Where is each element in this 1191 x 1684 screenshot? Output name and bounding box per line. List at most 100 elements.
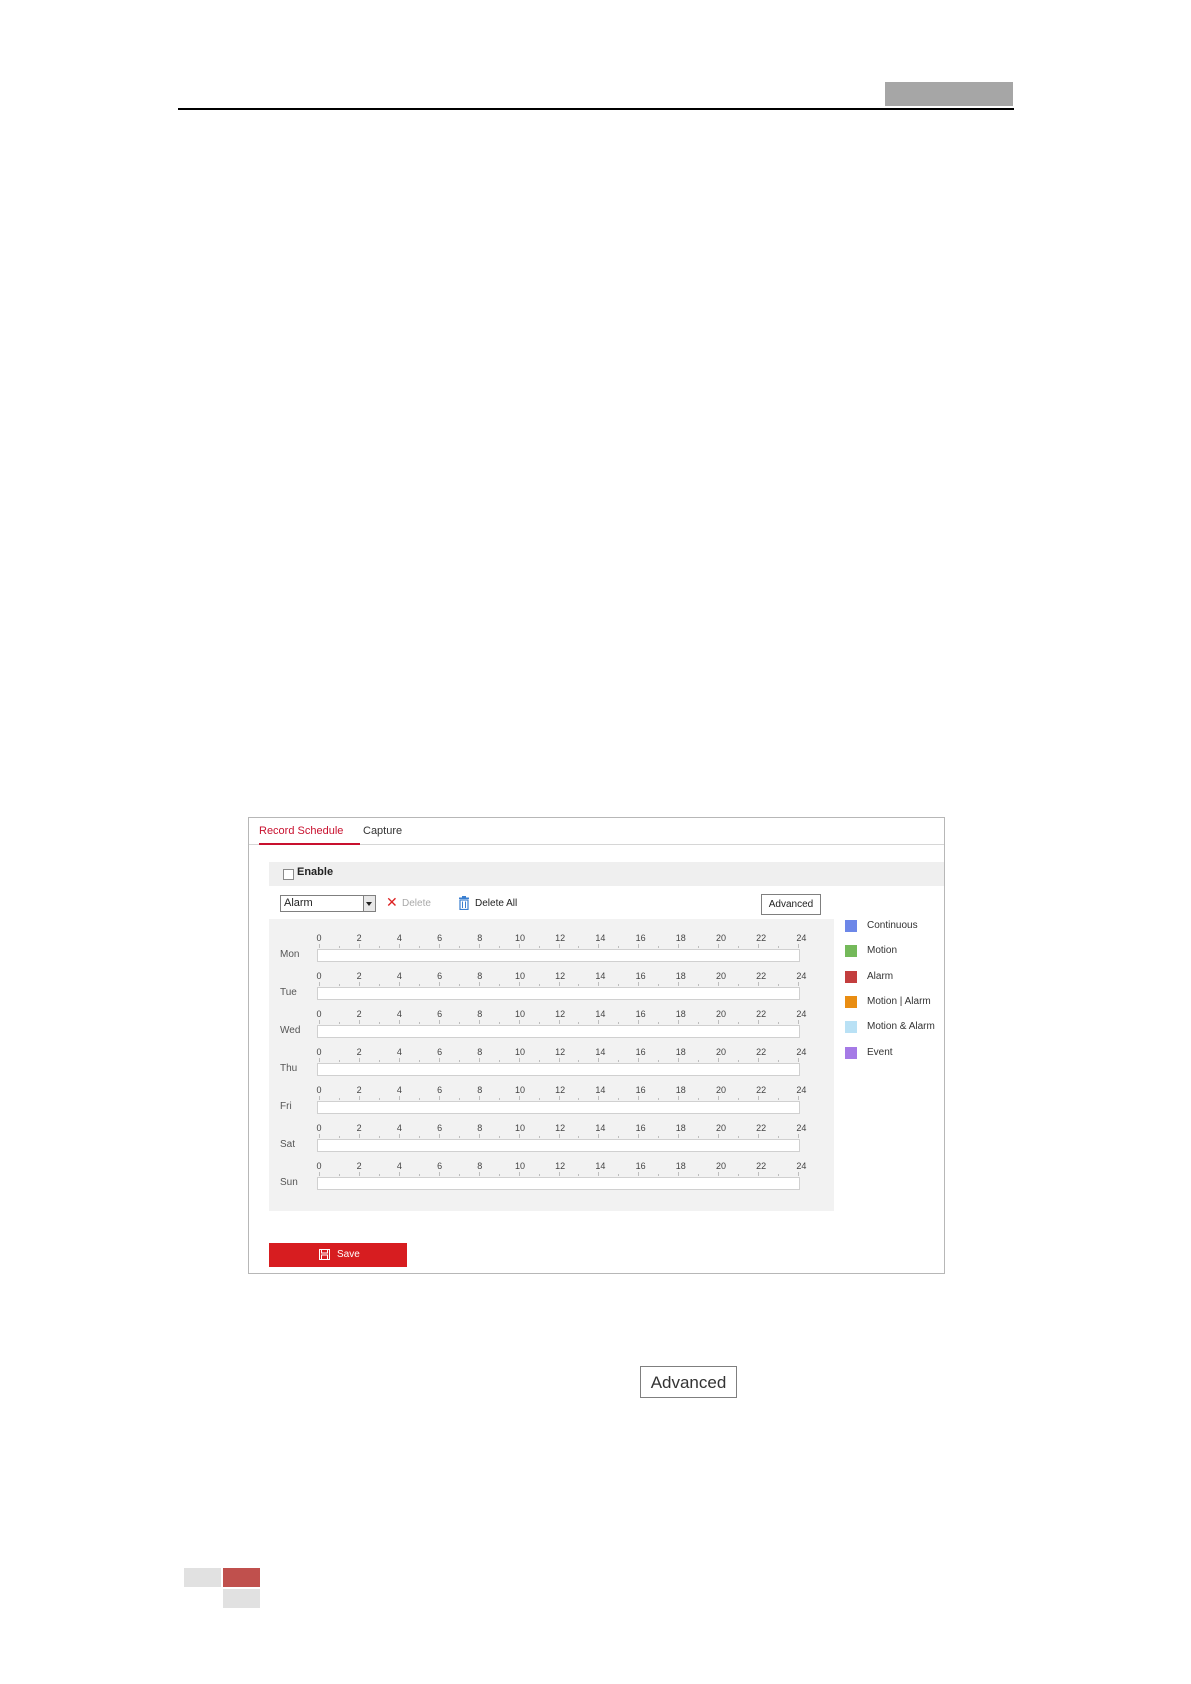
hour-tick-label: 4 — [396, 1123, 402, 1133]
schedule-row-sun: 0 2 4 6 8 10 12 14 16 18 20 22 24 Sun — [269, 1161, 834, 1199]
legend-label: Event — [867, 1046, 893, 1058]
hour-tick-mark — [378, 1060, 380, 1062]
hour-tick-mark — [598, 1096, 600, 1100]
schedule-bar[interactable] — [317, 949, 800, 962]
hour-tick-mark — [319, 1134, 320, 1138]
hour-tick-mark — [319, 982, 320, 986]
hour-tick-mark — [319, 1058, 320, 1062]
hour-tick-label: 22 — [756, 1085, 767, 1095]
tab-capture[interactable]: Capture — [363, 818, 423, 844]
save-button[interactable]: Save — [269, 1243, 407, 1267]
hour-tick-label: 18 — [675, 1085, 686, 1095]
hour-tick-mark — [738, 1174, 740, 1176]
schedule-bar[interactable] — [317, 1063, 800, 1076]
hour-tick-mark — [638, 1020, 640, 1024]
hour-tick-label: 10 — [514, 1085, 525, 1095]
hour-tick-label: 4 — [396, 1047, 402, 1057]
hour-tick-mark — [478, 982, 480, 986]
footer-block-accent — [223, 1568, 260, 1587]
hour-tick-mark — [618, 1174, 620, 1176]
hour-tick-mark — [438, 1058, 440, 1062]
hour-tick-label: 22 — [756, 1161, 767, 1171]
hour-tick-mark — [578, 946, 580, 948]
hour-tick-mark — [478, 1172, 480, 1176]
hour-tick-label: 14 — [595, 933, 606, 943]
hour-tick-mark — [638, 1096, 640, 1100]
schedule-row-mon: 0 2 4 6 8 10 12 14 16 18 20 22 24 Mon — [269, 933, 834, 971]
hour-tick-mark — [518, 1172, 520, 1176]
hour-tick-label: 12 — [555, 1123, 566, 1133]
schedule-bar[interactable] — [317, 1101, 800, 1114]
hour-tick-mark — [638, 1058, 640, 1062]
tab-label: Record Schedule — [259, 825, 344, 837]
hour-tick-label: 24 — [796, 1123, 807, 1133]
hour-tick-label: 22 — [756, 971, 767, 981]
tab-label: Capture — [363, 825, 403, 837]
day-label: Mon — [280, 949, 300, 960]
legend-swatch — [845, 1021, 857, 1034]
hour-tick-mark — [618, 1136, 620, 1138]
hour-tick-mark — [778, 1174, 780, 1176]
hour-tick-label: 6 — [437, 1047, 443, 1057]
advanced-button[interactable]: Advanced — [761, 894, 821, 915]
delete-all-label: Delete All — [475, 898, 518, 909]
schedule-bar[interactable] — [317, 1025, 800, 1038]
hour-tick-label: 6 — [437, 1009, 443, 1019]
hour-tick-label: 2 — [356, 1009, 362, 1019]
hour-tick-mark — [398, 944, 400, 948]
record-schedule-panel: Record Schedule Capture Enable Alarm ✕ D… — [248, 817, 945, 1274]
hour-tick-mark — [538, 1060, 540, 1062]
hour-tick-mark — [358, 1058, 360, 1062]
enable-checkbox[interactable] — [283, 869, 294, 880]
hour-tick-label: 16 — [635, 933, 646, 943]
hour-tick-mark — [558, 944, 560, 948]
record-type-select[interactable]: Alarm — [280, 895, 376, 912]
hour-tick-label: 18 — [675, 1009, 686, 1019]
hour-tick-label: 12 — [555, 933, 566, 943]
hour-tick-label: 0 — [316, 1123, 322, 1133]
hour-tick-label: 10 — [514, 971, 525, 981]
hour-tick-mark — [598, 1058, 600, 1062]
header-rule — [178, 108, 1014, 110]
hour-tick-mark — [678, 982, 680, 986]
hour-tick-mark — [738, 1060, 740, 1062]
save-icon — [319, 1249, 330, 1260]
hour-tick-mark — [718, 1172, 720, 1176]
hour-tick-mark — [498, 1022, 500, 1024]
hour-tick-mark — [458, 1022, 460, 1024]
chevron-down-icon[interactable] — [363, 896, 375, 911]
hour-tick-mark — [358, 982, 360, 986]
legend-label: Motion | Alarm — [867, 995, 931, 1007]
hour-tick-mark — [698, 984, 700, 986]
hour-tick-mark — [598, 1172, 600, 1176]
hour-tick-mark — [319, 1096, 320, 1100]
hour-tick-mark — [658, 946, 660, 948]
hour-tick-label: 20 — [715, 1085, 726, 1095]
hour-tick-label: 18 — [675, 933, 686, 943]
hour-tick-mark — [558, 1134, 560, 1138]
tab-record-schedule[interactable]: Record Schedule — [259, 818, 360, 845]
hour-tick-mark — [438, 1172, 440, 1176]
hour-tick-label: 18 — [675, 1123, 686, 1133]
hour-tick-label: 20 — [715, 1161, 726, 1171]
hour-tick-label: 0 — [316, 1047, 322, 1057]
hour-tick-label: 6 — [437, 971, 443, 981]
schedule-bar[interactable] — [317, 987, 800, 1000]
hour-tick-label: 20 — [715, 933, 726, 943]
hour-tick-mark — [798, 1134, 799, 1138]
hour-tick-label: 2 — [356, 933, 362, 943]
hour-tick-mark — [438, 982, 440, 986]
hour-tick-mark — [598, 1020, 600, 1024]
schedule-bar[interactable] — [317, 1139, 800, 1152]
hour-tick-mark — [378, 1174, 380, 1176]
hour-tick-label: 18 — [675, 971, 686, 981]
hour-tick-mark — [498, 1060, 500, 1062]
hour-tick-mark — [538, 1174, 540, 1176]
hour-tick-mark — [319, 944, 320, 948]
hour-tick-label: 20 — [715, 971, 726, 981]
hour-tick-mark — [338, 1098, 340, 1100]
schedule-bar[interactable] — [317, 1177, 800, 1190]
hour-tick-label: 8 — [477, 1123, 483, 1133]
hour-tick-mark — [398, 1172, 400, 1176]
hour-tick-mark — [418, 1136, 420, 1138]
